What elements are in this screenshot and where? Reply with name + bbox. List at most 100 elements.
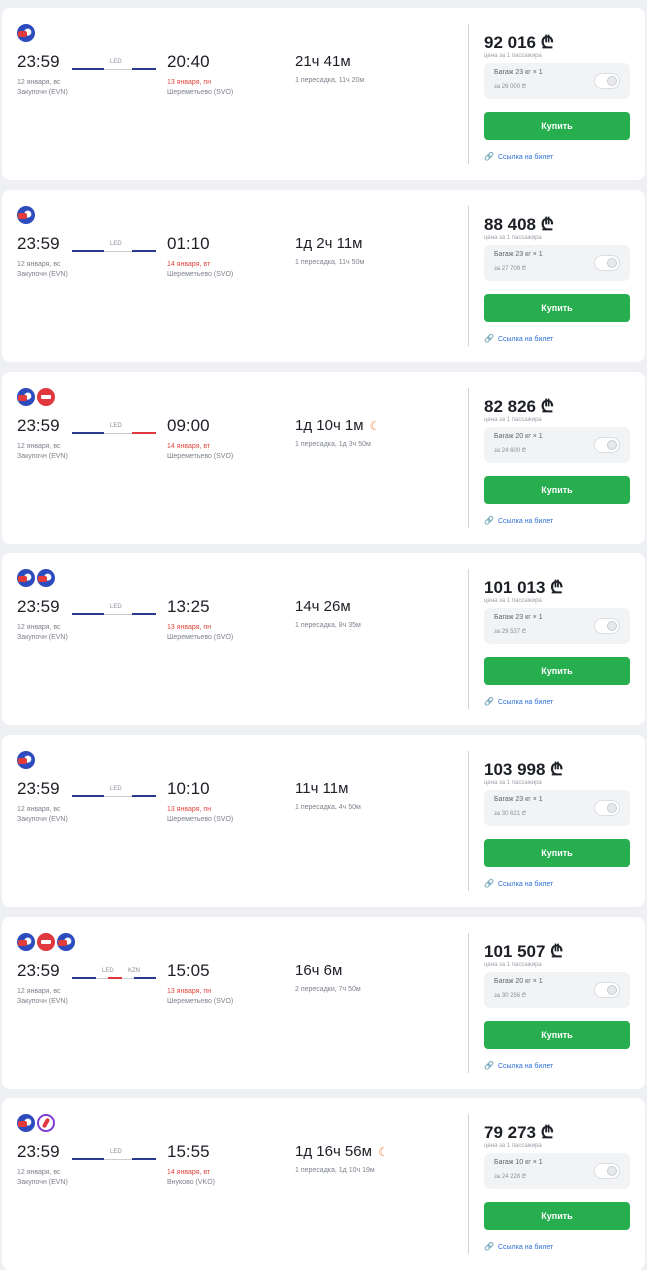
departure-details: 12 января, вс Закупочн (EVN) [17,260,68,280]
buy-button[interactable]: Купить [484,1021,630,1049]
ticket-card[interactable]: 23:59 LED 01:10 12 января, вс Закупочн (… [2,190,645,362]
baggage-option[interactable]: Багаж 23 кг × 1 за 26 000 ₾ [484,63,630,99]
route-segment [72,68,104,70]
buy-button[interactable]: Купить [484,112,630,140]
route-segment [72,795,104,797]
airline-logos [17,1114,55,1132]
airline-logo-icon [17,206,35,224]
airline-logos [17,206,35,224]
route-segment [108,977,122,979]
buy-button[interactable]: Купить [484,476,630,504]
transfers-info: 1 пересадка, 11ч 50м [295,259,365,266]
flight-info: 23:59 LED 20:40 12 января, вс Закупочн (… [2,8,466,180]
card-divider [468,1114,469,1254]
baggage-toggle[interactable] [594,982,620,998]
airline-logo-icon [17,1114,35,1132]
arrival-details: 13 января, пн Шереметьево (SVO) [167,623,233,643]
airline-logo-icon [37,388,55,406]
baggage-option[interactable]: Багаж 23 кг × 1 за 27 709 ₾ [484,245,630,281]
flight-info: 23:59 LED 15:55 12 января, вс Закупочн (… [2,1098,466,1270]
card-divider [468,933,469,1073]
departure-date: 12 января, вс [17,624,61,631]
route-segment [122,978,134,979]
ticket-list: 23:59 LED 20:40 12 января, вс Закупочн (… [0,0,647,1270]
ticket-card[interactable]: 23:59 LED 09:00 12 января, вс Закупочн (… [2,372,645,544]
price-note: цена за 1 пассажира [484,780,542,786]
buy-button[interactable]: Купить [484,1202,630,1230]
stop-code: LED [110,786,122,792]
ticket-card[interactable]: 23:59 LED 13:25 12 января, вс Закупочн (… [2,553,645,725]
duration-text: 1д 16ч 56м [295,1143,372,1160]
ticket-card[interactable]: 23:59 LED 20:40 12 января, вс Закупочн (… [2,8,645,180]
route-segment [72,432,104,434]
route-line: LED [72,604,156,618]
baggage-toggle[interactable] [594,437,620,453]
departure-details: 12 января, вс Закупочн (EVN) [17,78,68,98]
airline-logo-icon [17,388,35,406]
transfers-info: 1 пересадка, 1д 3ч 50м [295,441,371,448]
arrival-time: 15:55 [167,1142,210,1161]
stop-code: LED [110,604,122,610]
departure-airport: Закупочн (EVN) [17,271,68,278]
baggage-option[interactable]: Багаж 23 кг × 1 за 29 537 ₾ [484,608,630,644]
buy-button[interactable]: Купить [484,657,630,685]
ticket-link[interactable]: 🔗 Ссылка на билет [484,1242,553,1251]
airline-logos [17,933,75,951]
card-divider [468,206,469,346]
baggage-option[interactable]: Багаж 10 кг × 1 за 24 228 ₾ [484,1153,630,1189]
stop-code: LED [102,968,114,974]
ticket-link[interactable]: 🔗 Ссылка на билет [484,879,553,888]
arrival-date: 13 января, пн [167,79,212,86]
buy-button[interactable]: Купить [484,839,630,867]
baggage-toggle[interactable] [594,800,620,816]
arrival-time: 01:10 [167,234,210,253]
arrival-airport: Шереметьево (SVO) [167,89,234,96]
link-icon: 🔗 [484,516,494,525]
card-divider [468,24,469,164]
departure-airport: Закупочн (EVN) [17,816,68,823]
price-panel: 92 016 ₾ цена за 1 пассажира Багаж 23 кг… [484,8,634,180]
ticket-price: 101 507 ₾ [484,942,564,961]
route-segment [104,614,132,615]
route-segment [132,68,156,70]
arrival-details: 14 января, вт Шереметьево (SVO) [167,260,233,280]
flight-duration: 1д 2ч 11м [295,235,362,252]
card-divider [468,569,469,709]
departure-date: 12 января, вс [17,261,61,268]
baggage-toggle[interactable] [594,73,620,89]
flight-info: 23:59 LED 13:25 12 января, вс Закупочн (… [2,553,466,725]
ticket-card[interactable]: 23:59 LED KZN 15:05 12 января, вс Закупоч… [2,917,645,1089]
ticket-link[interactable]: 🔗 Ссылка на билет [484,516,553,525]
ticket-link[interactable]: 🔗 Ссылка на билет [484,1061,553,1070]
ticket-link[interactable]: 🔗 Ссылка на билет [484,334,553,343]
airline-logo-icon [17,933,35,951]
arrival-date: 13 января, пн [167,988,212,995]
route-segment [134,977,156,979]
flight-duration: 14ч 26м [295,598,351,615]
ticket-card[interactable]: 23:59 LED 10:10 12 января, вс Закупочн (… [2,735,645,907]
arrival-details: 14 января, вт Внуково (VKO) [167,1168,215,1188]
baggage-toggle[interactable] [594,1163,620,1179]
baggage-option[interactable]: Багаж 20 кг × 1 за 24 600 ₾ [484,427,630,463]
route-line: LED [72,1149,156,1163]
duration-text: 1д 2ч 11м [295,235,363,252]
ticket-link-label: Ссылка на билет [497,154,554,161]
route-segment [72,250,104,252]
price-note: цена за 1 пассажира [484,53,542,59]
ticket-card[interactable]: 23:59 LED 15:55 12 января, вс Закупочн (… [2,1098,645,1270]
ticket-link[interactable]: 🔗 Ссылка на билет [484,152,553,161]
baggage-toggle[interactable] [594,618,620,634]
baggage-option[interactable]: Багаж 23 кг × 1 за 30 621 ₾ [484,790,630,826]
departure-date: 12 января, вс [17,806,61,813]
buy-button[interactable]: Купить [484,294,630,322]
route-segment [104,796,132,797]
transfers-info: 1 пересадка, 1д 10ч 19м [295,1167,375,1174]
baggage-toggle[interactable] [594,255,620,271]
duration-text: 1д 10ч 1м [295,417,364,434]
ticket-link[interactable]: 🔗 Ссылка на билет [484,697,553,706]
departure-time: 23:59 [17,234,60,253]
arrival-date: 14 января, вт [167,1169,211,1176]
flight-duration: 1д 10ч 1м ☾ [295,417,380,434]
baggage-option[interactable]: Багаж 20 кг × 1 за 30 256 ₾ [484,972,630,1008]
transfers-info: 2 пересадки, 7ч 50м [295,986,361,993]
